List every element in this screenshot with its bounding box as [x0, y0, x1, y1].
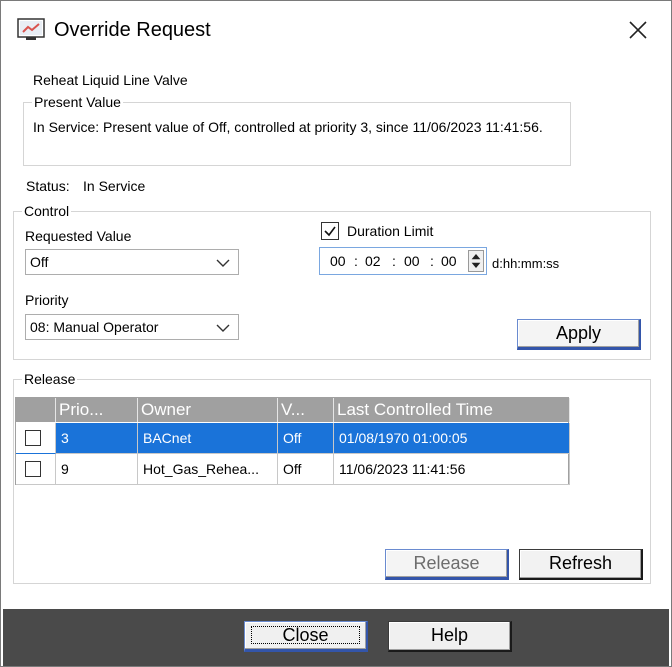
apply-button[interactable]: Apply	[517, 319, 641, 350]
row-checkbox-cell	[16, 423, 56, 454]
help-button-label: Help	[430, 625, 469, 645]
chevron-down-icon	[216, 324, 230, 332]
help-button[interactable]: Help	[388, 621, 512, 652]
column-priority[interactable]: Prio...	[56, 398, 138, 422]
object-name: Reheat Liquid Line Valve	[33, 72, 188, 88]
checkmark-icon	[324, 226, 336, 237]
row-checkbox-cell	[16, 454, 56, 485]
duration-minutes[interactable]: 00	[404, 253, 420, 269]
row-owner: BACnet	[138, 423, 278, 454]
release-button[interactable]: Release	[385, 549, 509, 580]
column-last-controlled-time[interactable]: Last Controlled Time	[334, 398, 570, 422]
duration-sep: :	[354, 253, 358, 269]
duration-format-hint: d:hh:mm:ss	[492, 256, 560, 271]
priority-select[interactable]: 08: Manual Operator	[25, 314, 239, 340]
requested-value-selected: Off	[30, 254, 49, 270]
close-button[interactable]: Close	[244, 621, 368, 652]
chevron-down-icon	[216, 259, 230, 267]
table-row[interactable]: 3 BACnet Off 01/08/1970 01:00:05	[16, 423, 570, 454]
duration-limit-label: Duration Limit	[347, 223, 434, 239]
table-row[interactable]: 9 Hot_Gas_Rehea... Off 11/06/2023 11:41:…	[16, 454, 570, 485]
duration-days[interactable]: 00	[330, 253, 346, 269]
duration-seconds[interactable]: 00	[441, 253, 457, 269]
row-time: 01/08/1970 01:00:05	[334, 423, 570, 454]
row-value: Off	[278, 423, 334, 454]
override-request-dialog: Override Request Reheat Liquid Line Valv…	[0, 0, 672, 667]
duration-hours[interactable]: 02	[365, 253, 381, 269]
release-legend: Release	[24, 371, 76, 387]
column-owner[interactable]: Owner	[138, 398, 278, 422]
status-value: In Service	[83, 178, 146, 194]
row-checkbox[interactable]	[25, 461, 41, 477]
close-button-label: Close	[282, 625, 329, 645]
table-header: Prio... Owner V... Last Controlled Time	[16, 398, 570, 422]
title-bar: Override Request	[1, 1, 671, 61]
row-owner: Hot_Gas_Rehea...	[138, 454, 278, 485]
column-select	[16, 398, 56, 422]
refresh-button-label: Refresh	[548, 553, 613, 573]
row-time: 11/06/2023 11:41:56	[334, 454, 570, 485]
row-priority: 3	[56, 423, 138, 454]
duration-limit-checkbox[interactable]	[321, 222, 339, 240]
duration-spinner[interactable]: 00 : 02 : 00 : 00	[319, 247, 487, 275]
apply-button-label: Apply	[555, 323, 602, 343]
release-button-label: Release	[413, 553, 480, 573]
window-title: Override Request	[54, 19, 211, 41]
duration-sep: :	[430, 253, 434, 269]
status-label: Status:	[26, 178, 70, 194]
duration-sep: :	[392, 253, 396, 269]
row-checkbox[interactable]	[25, 430, 41, 446]
control-legend: Control	[24, 203, 70, 219]
column-value[interactable]: V...	[278, 398, 334, 422]
requested-value-select[interactable]: Off	[25, 249, 239, 275]
requested-value-label: Requested Value	[25, 228, 132, 244]
spin-up-down-icon[interactable]	[468, 250, 484, 272]
override-app-icon	[17, 18, 45, 40]
priority-label: Priority	[25, 292, 69, 308]
priority-selected: 08: Manual Operator	[30, 319, 159, 335]
present-value-text: In Service: Present value of Off, contro…	[33, 119, 543, 135]
present-value-legend: Present Value	[34, 94, 121, 110]
refresh-button[interactable]: Refresh	[519, 549, 643, 580]
dialog-footer: Close Help	[3, 609, 669, 666]
row-value: Off	[278, 454, 334, 485]
row-priority: 9	[56, 454, 138, 485]
release-table: Prio... Owner V... Last Controlled Time …	[15, 397, 570, 485]
close-x-icon[interactable]	[625, 17, 651, 43]
